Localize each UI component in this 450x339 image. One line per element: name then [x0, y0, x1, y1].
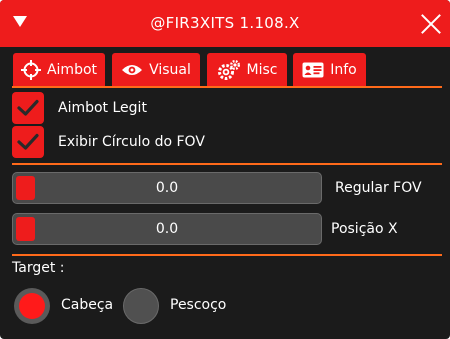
checkmark-icon	[17, 99, 39, 116]
window-title: @FIR3XITS 1.108.X	[150, 14, 300, 32]
divider	[12, 254, 442, 256]
crosshair-icon	[20, 59, 41, 80]
checkmark-icon	[17, 133, 39, 150]
slider-value: 0.0	[155, 180, 179, 196]
checkbox-label: Exibir Círculo do FOV	[58, 134, 205, 150]
fov-circle-checkbox[interactable]	[12, 126, 44, 158]
radio-label: Cabeça	[61, 297, 114, 313]
tab-aimbot[interactable]: Aimbot	[13, 53, 105, 86]
aimbot-legit-checkbox[interactable]	[12, 92, 44, 124]
target-neck-radio[interactable]	[123, 288, 159, 324]
checkbox-row-fov-circle: Exibir Círculo do FOV	[12, 126, 205, 158]
fov-slider[interactable]: 0.0	[12, 172, 322, 204]
slider-label: Posição X	[331, 221, 398, 237]
tab-info[interactable]: Info	[293, 53, 366, 86]
target-label: Target :	[12, 260, 65, 276]
eye-icon	[122, 64, 143, 75]
slider-label: Regular FOV	[335, 180, 422, 196]
tab-visual[interactable]: Visual	[112, 53, 200, 86]
title-bar[interactable]: @FIR3XITS 1.108.X	[0, 0, 450, 47]
tab-label: Aimbot	[46, 61, 98, 78]
position-x-slider[interactable]: 0.0	[12, 213, 322, 245]
divider	[12, 86, 442, 88]
id-card-icon	[302, 62, 324, 77]
mod-menu-window: @FIR3XITS 1.108.X Aimbot Visual Misc Inf…	[0, 0, 450, 339]
radio-label: Pescoço	[170, 297, 227, 313]
tab-label: Misc	[246, 61, 278, 78]
checkbox-row-aimbot-legit: Aimbot Legit	[12, 92, 147, 124]
checkbox-label: Aimbot Legit	[58, 100, 147, 116]
close-icon[interactable]	[420, 13, 442, 35]
divider	[12, 163, 442, 165]
tab-label: Info	[330, 61, 357, 78]
radio-dot	[19, 293, 45, 319]
target-head-radio[interactable]	[14, 288, 50, 324]
tab-misc[interactable]: Misc	[207, 53, 287, 86]
tab-label: Visual	[149, 61, 191, 78]
slider-value: 0.0	[155, 221, 179, 237]
gears-icon	[217, 59, 240, 80]
